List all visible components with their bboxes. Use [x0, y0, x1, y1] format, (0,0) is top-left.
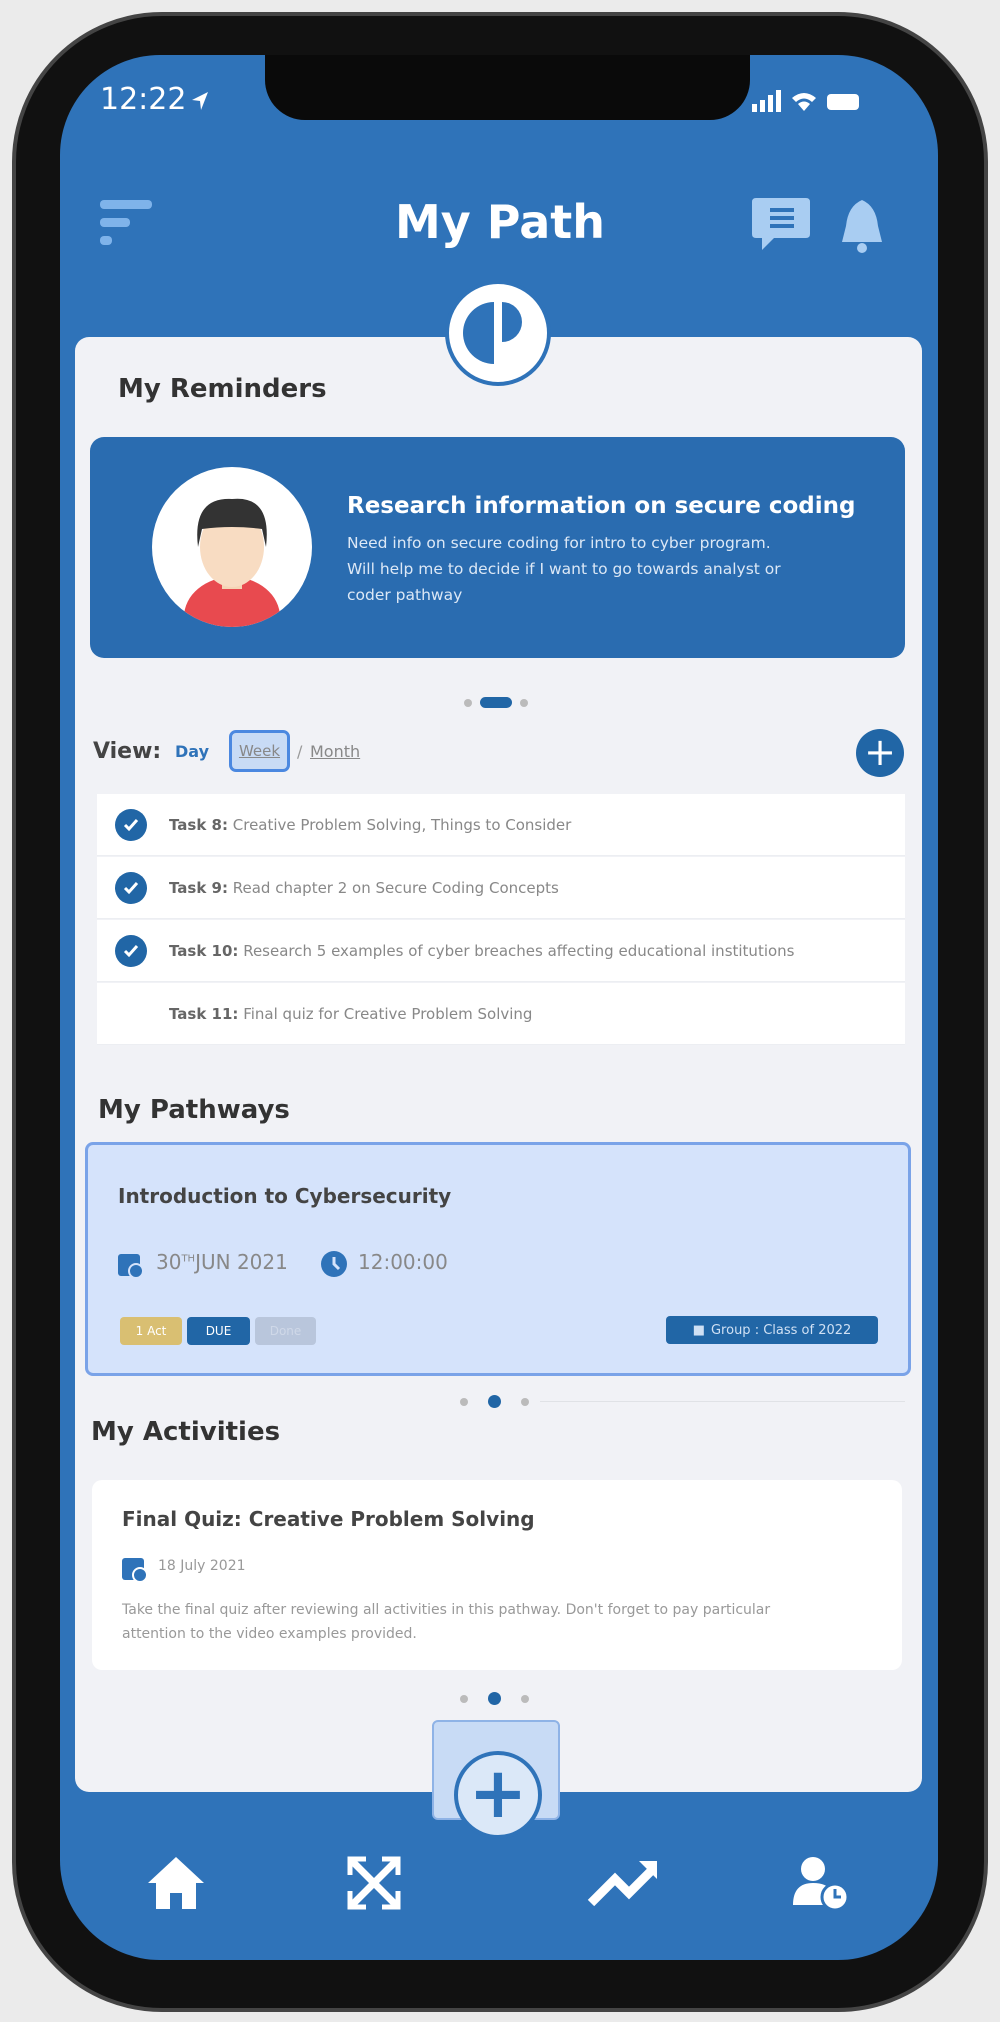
- task-label: Task 10: Research 5 examples of cyber br…: [169, 941, 795, 960]
- user-clock-icon: [793, 1857, 850, 1911]
- task-label: Task 9: Read chapter 2 on Secure Coding …: [169, 878, 559, 897]
- calendar-icon: [122, 1558, 148, 1583]
- page-title: My Path: [394, 195, 606, 249]
- task-checkbox[interactable]: [115, 997, 147, 1030]
- task-row[interactable]: Task 10: Research 5 examples of cyber br…: [97, 920, 905, 982]
- check-icon: [123, 881, 139, 894]
- status-badge: Done: [255, 1317, 316, 1345]
- bell-icon[interactable]: [838, 196, 886, 256]
- view-month[interactable]: Month: [310, 742, 360, 761]
- pathways-heading: My Pathways: [98, 1095, 290, 1125]
- clock-icon: [321, 1251, 347, 1277]
- activity-count-badge: 1 Act: [120, 1317, 182, 1345]
- location-icon: [192, 92, 208, 110]
- activity-description: Take the final quiz after reviewing all …: [122, 1602, 771, 1642]
- reminder-title: Research information on secure coding: [347, 493, 856, 519]
- pathway-date: 30THJUN 2021: [156, 1250, 288, 1274]
- home-icon: [148, 1857, 204, 1909]
- trending-icon: [587, 1861, 657, 1907]
- task-checkbox[interactable]: [115, 871, 147, 904]
- view-week[interactable]: Week: [229, 730, 290, 772]
- task-checkbox[interactable]: [115, 934, 147, 967]
- pathway-title: Introduction to Cybersecurity: [118, 1184, 452, 1208]
- view-day[interactable]: Day: [175, 742, 209, 761]
- status-icons: [752, 90, 859, 112]
- activity-pager[interactable]: [460, 1692, 529, 1705]
- add-task-button[interactable]: +: [856, 729, 904, 777]
- expand-icon: [347, 1856, 401, 1910]
- folder-icon: ■: [692, 1322, 705, 1338]
- task-label: Task 8: Creative Problem Solving, Things…: [169, 815, 572, 834]
- pathway-time: 12:00:00: [358, 1250, 448, 1274]
- nav-profile[interactable]: [786, 1848, 856, 1918]
- reminder-pager[interactable]: [464, 697, 528, 708]
- avatar: [152, 467, 312, 627]
- check-icon: [123, 818, 139, 831]
- view-separator: /: [297, 742, 303, 761]
- task-label: Task 11: Final quiz for Creative Problem…: [169, 1004, 533, 1023]
- app-logo: [445, 280, 551, 386]
- task-row[interactable]: Task 11: Final quiz for Creative Problem…: [97, 983, 905, 1045]
- divider: [540, 1401, 905, 1402]
- pathway-pager[interactable]: [460, 1395, 529, 1408]
- chat-icon[interactable]: [752, 198, 810, 254]
- create-button[interactable]: +: [454, 1751, 542, 1839]
- task-checkbox[interactable]: [115, 808, 147, 841]
- nav-home[interactable]: [141, 1848, 211, 1918]
- menu-icon[interactable]: [100, 198, 160, 258]
- activity-date: 18 July 2021: [158, 1558, 246, 1574]
- status-time: 12:22: [100, 82, 187, 117]
- calendar-icon: [118, 1254, 144, 1279]
- view-label: View:: [93, 739, 162, 764]
- nav-pathways[interactable]: [339, 1848, 409, 1918]
- group-badge: ■ Group : Class of 2022: [666, 1316, 878, 1344]
- logo-icon: [463, 302, 522, 364]
- notch: [265, 55, 750, 120]
- due-badge: DUE: [187, 1317, 250, 1345]
- activity-title: Final Quiz: Creative Problem Solving: [122, 1507, 535, 1531]
- task-row[interactable]: Task 8: Creative Problem Solving, Things…: [97, 794, 905, 856]
- activities-heading: My Activities: [91, 1417, 281, 1447]
- check-icon: [123, 944, 139, 957]
- task-row[interactable]: Task 9: Read chapter 2 on Secure Coding …: [97, 857, 905, 919]
- reminders-heading: My Reminders: [118, 374, 327, 404]
- nav-progress[interactable]: [587, 1848, 657, 1918]
- reminder-description: Need info on secure coding for intro to …: [347, 534, 781, 604]
